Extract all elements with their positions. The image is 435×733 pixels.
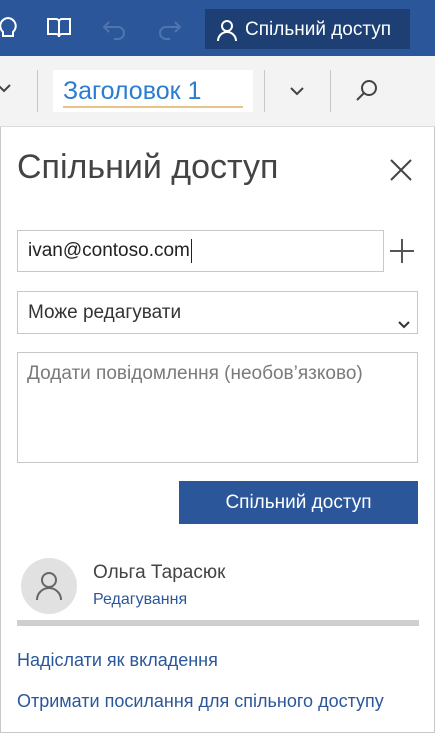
email-field[interactable]: ivan@contoso.com [17,230,384,272]
get-sharing-link[interactable]: Отримати посилання для спільного доступу [17,691,384,712]
styles-dropdown-chevron-icon[interactable] [288,83,306,104]
person-icon [36,572,62,601]
search-icon[interactable] [354,78,380,109]
close-icon[interactable] [386,155,416,185]
lightbulb-icon[interactable] [0,14,22,42]
user-permission-link[interactable]: Редагування [93,591,187,609]
reading-view-icon[interactable] [45,14,73,42]
chevron-down-icon [397,306,411,347]
title-bar: Спільний доступ [0,0,435,56]
add-recipient-icon[interactable] [388,237,416,265]
person-icon [215,18,239,47]
style-selector[interactable]: Заголовок 1 [53,70,253,112]
message-placeholder: Додати повідомлення (необов’язково) [27,363,363,384]
send-as-attachment-link[interactable]: Надіслати як вкладення [17,650,218,671]
ribbon-separator [330,70,331,112]
undo-icon[interactable] [101,14,129,42]
share-toolbar-button[interactable]: Спільний доступ [205,9,410,49]
style-value: Заголовок 1 [63,77,202,105]
chevron-down-icon[interactable] [0,80,12,101]
pane-title: Спільний доступ [17,148,279,186]
share-toolbar-label: Спільний доступ [245,19,392,40]
style-underline [63,106,243,108]
email-value: ivan@contoso.com [28,240,190,261]
ribbon-separator [37,70,38,112]
divider [17,620,419,626]
permission-value: Може редагувати [28,302,182,323]
text-caret [190,238,192,263]
redo-icon[interactable] [155,14,183,42]
ribbon-separator [264,70,265,112]
avatar [21,558,77,614]
ribbon: Заголовок 1 [0,56,435,127]
user-name: Ольга Тарасюк [93,562,226,583]
message-textarea[interactable]: Додати повідомлення (необов’язково) [17,352,418,463]
permission-select[interactable]: Може редагувати [17,291,418,334]
share-button[interactable]: Спільний доступ [179,481,418,524]
